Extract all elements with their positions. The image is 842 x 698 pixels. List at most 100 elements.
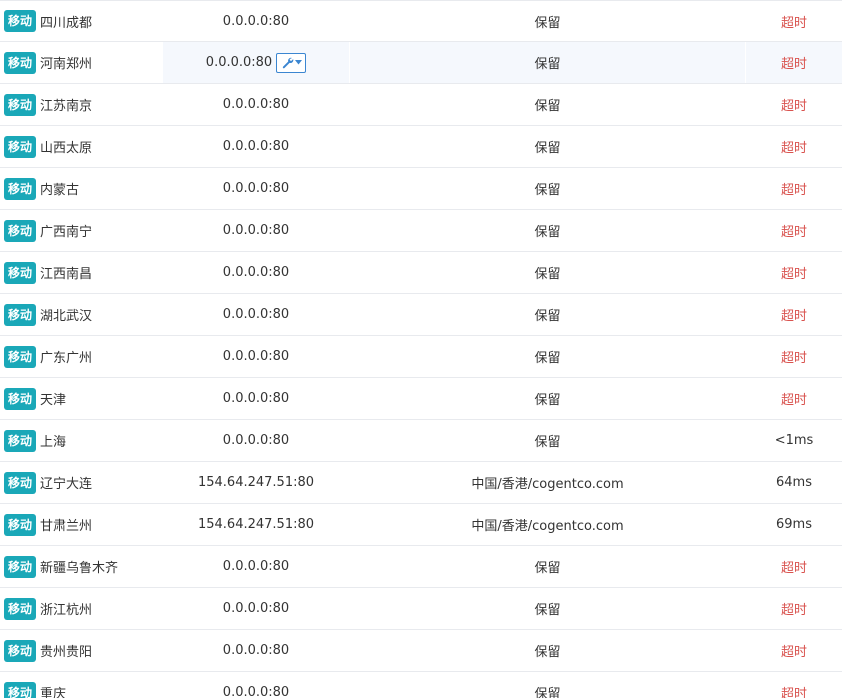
table-row: 移动 四川成都 0.0.0.0:80 保留 超时	[0, 0, 842, 42]
ip-address: 0.0.0.0:80	[222, 139, 290, 154]
response-time-cell: 超时	[746, 84, 842, 125]
ip-cell: 0.0.0.0:80	[163, 126, 349, 167]
isp-badge: 移动	[4, 345, 37, 368]
table-row: 移动 浙江杭州 0.0.0.0:80 保留 超时	[0, 588, 842, 630]
ping-results-table: 移动 四川成都 0.0.0.0:80 保留 超时 移动 河南郑州 0.0.0.0…	[0, 0, 842, 698]
isp-badge: 移动	[4, 93, 37, 116]
response-time-cell: 超时	[746, 546, 842, 587]
node-cell: 移动 山西太原	[0, 126, 162, 167]
table-row: 移动 山西太原 0.0.0.0:80 保留 超时	[0, 126, 842, 168]
region-label: 江苏南京	[40, 99, 93, 114]
region-label: 重庆	[40, 687, 67, 698]
ip-address: 0.0.0.0:80	[222, 643, 290, 658]
response-time: 超时	[780, 603, 807, 618]
ip-address: 0.0.0.0:80	[222, 349, 290, 364]
node-cell: 移动 江西南昌	[0, 252, 162, 293]
location-label: 保留	[534, 183, 561, 198]
response-time: 超时	[780, 57, 807, 72]
ip-address: 0.0.0.0:80	[222, 13, 290, 29]
region-label: 河南郑州	[40, 57, 93, 72]
ip-cell: 154.64.247.51:80	[163, 504, 349, 545]
isp-badge: 移动	[4, 513, 37, 536]
ip-address: 0.0.0.0:80	[222, 97, 290, 112]
ip-cell: 0.0.0.0:80	[163, 546, 349, 587]
response-time-cell: 超时	[746, 378, 842, 419]
response-time-cell: 超时	[746, 168, 842, 209]
region-label: 辽宁大连	[40, 477, 93, 492]
location-label: 中国/香港/cogentco.com	[471, 519, 624, 534]
response-time-cell: <1ms	[746, 420, 842, 461]
response-time-cell: 超时	[746, 588, 842, 629]
ip-address: 0.0.0.0:80	[222, 601, 290, 616]
ip-cell: 0.0.0.0:80	[163, 210, 349, 251]
location-cell: 保留	[350, 336, 745, 377]
location-cell: 保留	[350, 546, 745, 587]
region-label: 浙江杭州	[40, 603, 93, 618]
location-cell: 保留	[350, 630, 745, 671]
node-cell: 移动 广西南宁	[0, 210, 162, 251]
node-cell: 移动 内蒙古	[0, 168, 162, 209]
node-cell: 移动 河南郑州	[0, 42, 162, 83]
location-cell: 保留	[350, 588, 745, 629]
isp-badge: 移动	[4, 261, 37, 284]
node-cell: 移动 天津	[0, 378, 162, 419]
location-label: 中国/香港/cogentco.com	[471, 477, 624, 492]
ip-cell: 0.0.0.0:80	[163, 42, 349, 83]
table-row: 移动 上海 0.0.0.0:80 保留 <1ms	[0, 420, 842, 462]
response-time-cell: 超时	[746, 336, 842, 377]
node-cell: 移动 江苏南京	[0, 84, 162, 125]
table-row: 移动 江苏南京 0.0.0.0:80 保留 超时	[0, 84, 842, 126]
isp-badge: 移动	[4, 471, 37, 494]
isp-badge: 移动	[4, 555, 37, 578]
response-time-cell: 64ms	[746, 462, 842, 503]
location-label: 保留	[534, 267, 561, 282]
response-time: 69ms	[776, 517, 812, 532]
response-time-cell: 69ms	[746, 504, 842, 545]
response-time-cell: 超时	[746, 294, 842, 335]
tool-dropdown-button[interactable]	[276, 52, 307, 73]
location-cell: 保留	[350, 252, 745, 293]
location-label: 保留	[534, 99, 561, 114]
isp-badge: 移动	[4, 429, 37, 452]
response-time-cell: 超时	[746, 42, 842, 83]
location-label: 保留	[534, 225, 561, 240]
ip-cell: 0.0.0.0:80	[163, 1, 349, 41]
location-cell: 保留	[350, 420, 745, 461]
isp-badge: 移动	[4, 51, 37, 74]
region-label: 江西南昌	[40, 267, 93, 282]
response-time: 超时	[780, 351, 807, 366]
response-time: <1ms	[774, 433, 814, 448]
response-time: 超时	[780, 267, 807, 282]
region-label: 上海	[40, 435, 67, 450]
isp-badge: 移动	[4, 219, 37, 242]
location-cell: 保留	[350, 294, 745, 335]
ip-cell: 154.64.247.51:80	[163, 462, 349, 503]
region-label: 广西南宁	[40, 225, 93, 240]
ip-address: 0.0.0.0:80	[222, 559, 290, 574]
location-cell: 保留	[350, 42, 745, 83]
response-time: 超时	[780, 141, 807, 156]
response-time: 超时	[780, 687, 807, 698]
location-cell: 中国/香港/cogentco.com	[350, 462, 745, 503]
location-cell: 中国/香港/cogentco.com	[350, 504, 745, 545]
table-row: 移动 甘肃兰州 154.64.247.51:80 中国/香港/cogentco.…	[0, 504, 842, 546]
isp-badge: 移动	[4, 639, 37, 662]
node-cell: 移动 贵州贵阳	[0, 630, 162, 671]
location-cell: 保留	[350, 84, 745, 125]
location-label: 保留	[534, 393, 561, 408]
node-cell: 移动 上海	[0, 420, 162, 461]
response-time: 超时	[780, 561, 807, 576]
location-cell: 保留	[350, 672, 745, 698]
response-time: 超时	[780, 645, 807, 660]
node-cell: 移动 四川成都	[0, 1, 162, 41]
region-label: 甘肃兰州	[40, 519, 93, 534]
ip-address: 154.64.247.51:80	[197, 475, 315, 490]
table-row: 移动 河南郑州 0.0.0.0:80 保留 超时	[0, 42, 842, 84]
ip-cell: 0.0.0.0:80	[163, 294, 349, 335]
table-row: 移动 广西南宁 0.0.0.0:80 保留 超时	[0, 210, 842, 252]
response-time: 超时	[780, 225, 807, 240]
region-label: 贵州贵阳	[40, 645, 93, 660]
region-label: 新疆乌鲁木齐	[40, 561, 119, 576]
ip-cell: 0.0.0.0:80	[163, 84, 349, 125]
location-label: 保留	[534, 687, 561, 698]
